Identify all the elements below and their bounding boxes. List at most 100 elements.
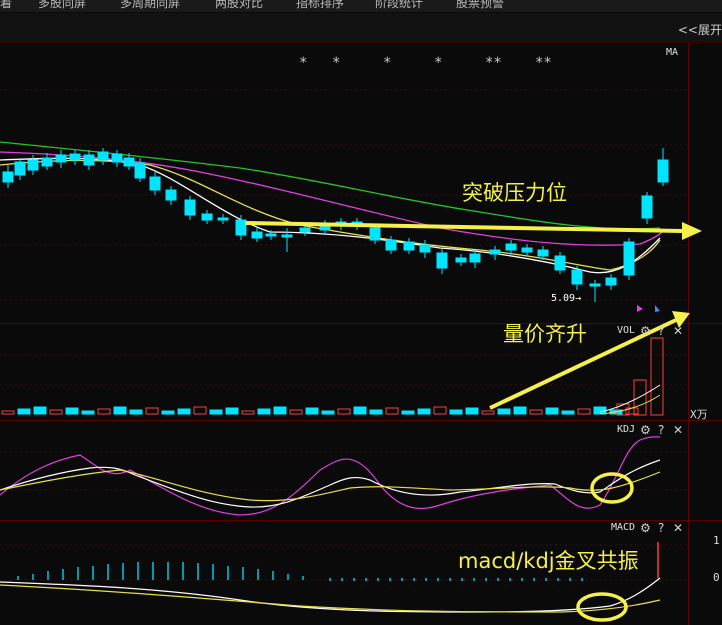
volume-bar	[97, 408, 111, 415]
volume-bar	[129, 409, 143, 415]
candle-body	[217, 217, 229, 221]
candle-body	[469, 253, 481, 263]
macd-axis-label-0: 0	[713, 571, 720, 584]
signal-star: *	[299, 55, 308, 71]
kdj-j-line	[0, 436, 661, 516]
macd-axis-label-1: 1	[713, 534, 720, 547]
candle-body	[554, 255, 566, 271]
signal-star: *	[332, 55, 341, 71]
candle-body	[641, 195, 653, 219]
candlestick	[469, 250, 481, 268]
candle-body	[489, 249, 501, 255]
candlestick	[217, 214, 229, 224]
candlestick	[97, 148, 109, 165]
macd-label: MACD	[611, 522, 636, 533]
candlestick	[641, 192, 653, 224]
volume-bar	[337, 408, 351, 415]
candlestick	[111, 150, 123, 167]
candle-body	[419, 244, 431, 253]
candlestick	[605, 274, 617, 290]
breakout-annotation: 突破压力位	[462, 181, 567, 205]
candle-body	[385, 239, 397, 251]
candle-body	[455, 257, 467, 263]
volume-bar	[449, 409, 463, 415]
candlestick	[251, 228, 263, 242]
candle-body	[571, 269, 583, 285]
signal-star: *	[383, 55, 392, 71]
close-icon[interactable]: ✕	[673, 522, 683, 534]
candle-body	[521, 247, 533, 253]
candlestick	[235, 215, 247, 240]
candlestick	[149, 172, 161, 195]
candlestick	[489, 246, 501, 260]
golden-cross-annotation: macd/kdj金叉共振	[458, 549, 639, 573]
volume-bar	[593, 406, 607, 415]
candle-body	[111, 153, 123, 163]
ma-indicator-label: MA	[666, 47, 679, 58]
candlestick	[385, 236, 397, 254]
candle-body	[27, 159, 39, 171]
macd-dif-line	[0, 577, 661, 613]
kdj-label: KDJ	[617, 424, 636, 435]
candlestick	[419, 240, 431, 258]
candlestick	[554, 252, 566, 274]
candlestick	[319, 220, 331, 234]
candlestick	[83, 150, 95, 170]
gear-icon[interactable]: ⚙	[640, 424, 651, 436]
signal-star: **	[535, 55, 552, 71]
volume-bar	[561, 410, 575, 415]
candle-body	[299, 227, 311, 233]
candle-body	[281, 234, 293, 238]
volume-unit-label: X万	[690, 408, 708, 421]
close-icon[interactable]: ✕	[673, 325, 683, 337]
vol-label: VOL	[617, 325, 636, 336]
volume-bar	[193, 406, 207, 415]
breakout-arrow-head	[682, 222, 702, 240]
volume-bars	[1, 337, 664, 416]
candlestick	[184, 196, 196, 220]
volume-bar	[513, 406, 527, 415]
candle-body	[14, 161, 26, 176]
candlestick	[2, 165, 14, 188]
candle-body	[623, 241, 635, 276]
candle-body	[41, 157, 53, 167]
volume-bar	[305, 407, 319, 415]
candle-body	[235, 219, 247, 236]
candle-body	[657, 159, 669, 183]
candle-body	[149, 176, 161, 191]
volume-bar	[177, 408, 191, 415]
signal-star: **	[485, 55, 502, 71]
question-icon[interactable]: ?	[658, 325, 664, 337]
candlestick	[14, 158, 26, 180]
volume-bar	[1, 410, 15, 415]
volume-bar	[145, 407, 159, 415]
volume-bar	[33, 406, 47, 415]
candle-body	[505, 243, 517, 251]
volume-bar	[353, 406, 367, 415]
volume-bar	[433, 406, 447, 415]
candle-body	[605, 277, 617, 286]
volume-bar	[113, 406, 127, 415]
volume-bar	[257, 408, 271, 415]
candle-body	[69, 153, 81, 161]
candlestick	[165, 186, 177, 205]
volume-bar	[497, 408, 511, 415]
question-icon[interactable]: ?	[658, 522, 664, 534]
candlestick	[403, 238, 415, 254]
candlestick	[589, 280, 601, 302]
candle-body	[403, 241, 415, 251]
candlestick	[657, 148, 669, 186]
candle-body	[97, 151, 109, 161]
question-icon[interactable]: ?	[658, 424, 664, 436]
close-icon[interactable]: ✕	[673, 424, 683, 436]
volume-bar	[577, 408, 591, 415]
volume-bar	[465, 407, 479, 415]
candle-body	[201, 213, 213, 221]
volume-bar	[545, 407, 559, 415]
gear-icon[interactable]: ⚙	[640, 325, 651, 337]
volume-bar	[49, 409, 63, 415]
volume-bar	[401, 410, 415, 415]
gear-icon[interactable]: ⚙	[640, 522, 651, 534]
volume-bar	[481, 410, 495, 415]
candle-body	[184, 199, 196, 216]
